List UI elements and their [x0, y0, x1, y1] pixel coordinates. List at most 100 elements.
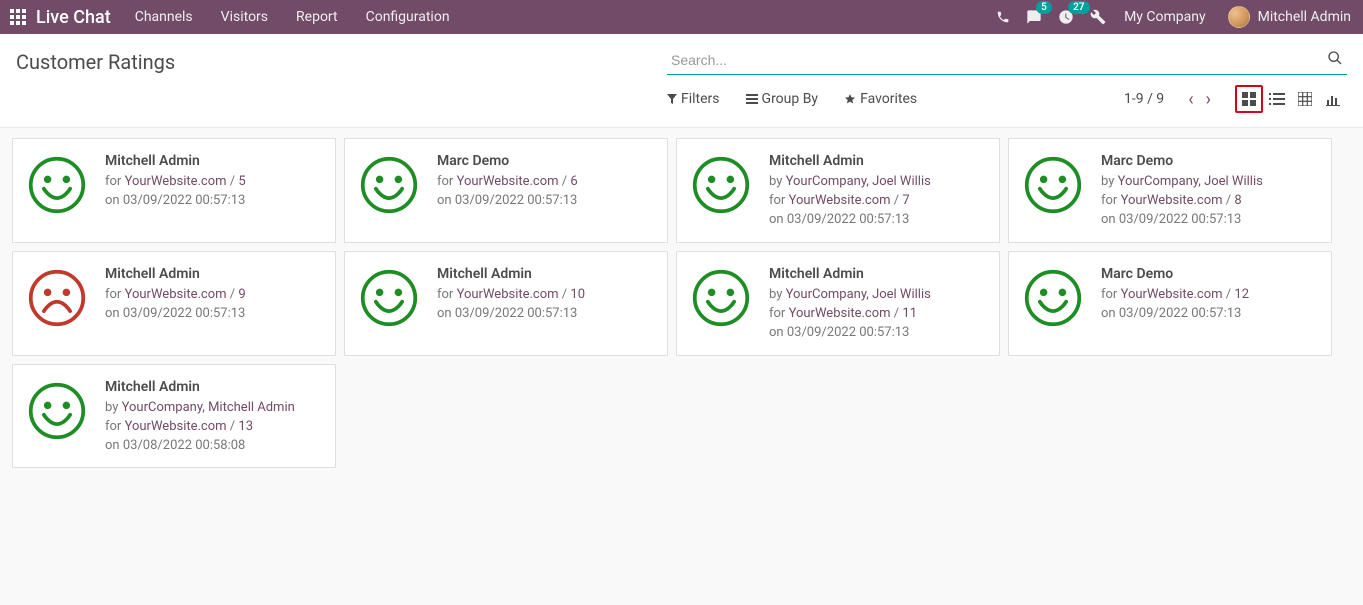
nav-report[interactable]: Report: [296, 9, 338, 25]
rating-card[interactable]: Mitchell Admin by YourCompany, Joel Willi…: [676, 138, 1000, 243]
card-partner-name: Marc Demo: [1101, 151, 1263, 171]
card-on-line: on 03/09/2022 00:57:13: [105, 305, 246, 324]
search-icon[interactable]: [1327, 50, 1343, 70]
by-prefix: by: [1101, 174, 1118, 189]
rating-card[interactable]: Mitchell Adminfor YourWebsite.com / 9on …: [12, 251, 336, 356]
messages-badge: 5: [1036, 1, 1052, 14]
view-pivot[interactable]: [1291, 85, 1319, 113]
for-num: 8: [1234, 193, 1241, 208]
card-by-line: by YourCompany, Joel Willis: [769, 173, 931, 192]
card-partner-name: Mitchell Admin: [769, 151, 931, 171]
on-prefix: on: [769, 325, 787, 340]
card-partner-name: Marc Demo: [1101, 264, 1249, 284]
card-body: Marc Demo for YourWebsite.com / 6on 03/09…: [437, 151, 578, 211]
sad-face-icon: [27, 268, 87, 328]
for-prefix: for: [1101, 193, 1121, 208]
slash: /: [891, 306, 903, 321]
search-input[interactable]: [667, 46, 1347, 75]
card-on-line: on 03/09/2022 00:57:13: [769, 211, 931, 230]
card-partner-name: Marc Demo: [437, 151, 578, 171]
on-prefix: on: [1101, 212, 1119, 227]
user-menu[interactable]: Mitchell Admin: [1228, 6, 1351, 28]
for-value: YourWebsite.com: [125, 174, 227, 189]
nav-configuration[interactable]: Configuration: [366, 9, 450, 25]
card-on-line: on 03/09/2022 00:57:13: [437, 192, 578, 211]
pager-next[interactable]: ›: [1200, 89, 1217, 110]
by-value: YourCompany, Joel Willis: [786, 287, 931, 302]
rating-card[interactable]: Marc Demofor YourWebsite.com / 12on 03/0…: [1008, 251, 1332, 356]
for-num: 6: [570, 174, 577, 189]
card-partner-name: Mitchell Admin: [769, 264, 931, 284]
brand-title[interactable]: Live Chat: [36, 7, 111, 28]
pager: 1-9 / 9 ‹ ›: [1124, 89, 1217, 110]
favorites-label: Favorites: [860, 91, 917, 107]
on-value: 03/09/2022 00:57:13: [787, 212, 910, 227]
on-value: 03/09/2022 00:57:13: [455, 193, 578, 208]
for-prefix: for: [769, 193, 789, 208]
for-value: YourWebsite.com: [125, 419, 227, 434]
username: Mitchell Admin: [1258, 9, 1351, 25]
card-body: Mitchell Adminfor YourWebsite.com / 5on …: [105, 151, 246, 211]
by-value: YourCompany, Joel Willis: [1118, 174, 1263, 189]
card-partner-name: Mitchell Admin: [105, 377, 295, 397]
card-partner-name: Mitchell Admin: [437, 264, 585, 284]
on-value: 03/09/2022 00:57:13: [455, 306, 578, 321]
card-on-line: on 03/09/2022 00:57:13: [769, 324, 931, 343]
control-bar: Customer Ratings: [0, 34, 1363, 75]
debug-icon[interactable]: [1090, 9, 1106, 25]
messages-icon[interactable]: 5: [1026, 9, 1042, 25]
slash: /: [891, 193, 903, 208]
slash: /: [227, 287, 239, 302]
happy-face-icon: [359, 268, 419, 328]
for-prefix: for: [769, 306, 789, 321]
on-prefix: on: [105, 193, 123, 208]
happy-face-icon: [691, 268, 751, 328]
apps-icon[interactable]: [8, 9, 28, 25]
on-prefix: on: [1101, 306, 1119, 321]
on-prefix: on: [437, 193, 455, 208]
company-selector[interactable]: My Company: [1124, 9, 1206, 25]
search-wrap: [667, 46, 1347, 75]
on-prefix: on: [437, 306, 455, 321]
card-on-line: on 03/09/2022 00:57:13: [1101, 211, 1263, 230]
for-prefix: for: [105, 419, 125, 434]
rating-card[interactable]: Mitchell Adminfor YourWebsite.com / 10on…: [344, 251, 668, 356]
for-num: 11: [902, 306, 917, 321]
rating-card[interactable]: Mitchell Adminby YourCompany, Mitchell A…: [12, 364, 336, 469]
card-for-line: for YourWebsite.com / 6: [437, 173, 578, 192]
filters-label: Filters: [681, 91, 720, 107]
view-list[interactable]: [1263, 85, 1291, 113]
on-value: 03/09/2022 00:57:13: [787, 325, 910, 340]
nav-visitors[interactable]: Visitors: [221, 9, 268, 25]
card-by-line: by YourCompany, Joel Willis: [1101, 173, 1263, 192]
main-navbar: Live Chat Channels Visitors Report Confi…: [0, 0, 1363, 34]
for-num: 5: [238, 174, 245, 189]
for-num: 13: [238, 419, 253, 434]
nav-channels[interactable]: Channels: [135, 9, 193, 25]
for-num: 10: [570, 287, 585, 302]
view-graph[interactable]: [1319, 85, 1347, 113]
phone-icon[interactable]: [996, 10, 1010, 24]
card-by-line: by YourCompany, Joel Willis: [769, 286, 931, 305]
card-body: Mitchell Adminfor YourWebsite.com / 10on…: [437, 264, 585, 324]
groupby-button[interactable]: Group By: [746, 91, 819, 107]
for-prefix: for: [1101, 287, 1121, 302]
rating-card[interactable]: Marc Demoby YourCompany, Joel Willisfor …: [1008, 138, 1332, 243]
rating-card[interactable]: Mitchell Adminfor YourWebsite.com / 5on …: [12, 138, 336, 243]
view-kanban[interactable]: [1235, 85, 1263, 113]
for-prefix: for: [437, 287, 457, 302]
happy-face-icon: [1023, 155, 1083, 215]
pager-text: 1-9 / 9: [1124, 91, 1164, 107]
kanban-container: Mitchell Admin for YourWebsite.com / 5 on …: [0, 128, 1363, 478]
rating-card[interactable]: Marc Demo for YourWebsite.com / 6on 03/09…: [344, 138, 668, 243]
activities-icon[interactable]: 27: [1058, 9, 1074, 25]
card-on-line: on 03/09/2022 00:57:13: [1101, 305, 1249, 324]
by-value: YourCompany, Mitchell Admin: [122, 400, 295, 415]
card-on-line: on 03/09/2022 00:57:13: [437, 305, 585, 324]
for-num: 12: [1234, 287, 1249, 302]
by-prefix: by: [769, 287, 786, 302]
filters-button[interactable]: Filters: [667, 91, 720, 107]
pager-prev[interactable]: ‹: [1182, 89, 1199, 110]
favorites-button[interactable]: Favorites: [844, 91, 917, 107]
rating-card[interactable]: Mitchell Admin by YourCompany, Joel Willi…: [676, 251, 1000, 356]
